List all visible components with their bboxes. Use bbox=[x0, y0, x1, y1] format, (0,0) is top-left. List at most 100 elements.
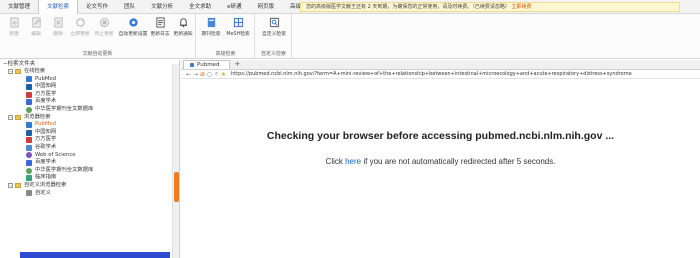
mesh-icon bbox=[233, 17, 243, 28]
tree-root[interactable]: − 检索文件夹 bbox=[0, 60, 179, 68]
edit-icon bbox=[31, 17, 41, 28]
folder-online-search[interactable]: − 在线检索 bbox=[0, 68, 179, 76]
auto-update-group: 新建 编辑 删除 立即更新 停止更新 自动更新设置 更新日志 更新通知 文献自动… bbox=[0, 14, 196, 59]
stop-update-button[interactable]: 停止更新 bbox=[92, 17, 116, 37]
menu-tab-fulltext-help[interactable]: 全文求助 bbox=[181, 0, 219, 14]
menu-tab-web-version[interactable]: 网页版 bbox=[249, 0, 282, 14]
new-button[interactable]: 新建 bbox=[2, 17, 26, 37]
renewal-notice: 您的高级版医学文献王还有 2 天到期，为确保您的正常使用，请及时续费。（已续费请… bbox=[300, 2, 680, 12]
folder-icon bbox=[15, 183, 21, 189]
journal-icon bbox=[207, 17, 215, 28]
pubmed-icon bbox=[26, 121, 32, 128]
update-notify-button[interactable]: 更新通知 bbox=[171, 17, 195, 37]
search-folder-tree: − 检索文件夹 − 在线检索 PubMed 中国知网 万方医学 百度学术 中华医… bbox=[0, 60, 180, 258]
tree-item-online-baidu-scholar[interactable]: 百度学术 bbox=[0, 98, 179, 106]
edit-button[interactable]: 编辑 bbox=[24, 17, 48, 37]
baidu-scholar-icon bbox=[26, 159, 32, 166]
update-now-button[interactable]: 立即更新 bbox=[68, 17, 92, 37]
tree-scrollbar[interactable] bbox=[172, 64, 179, 258]
tree-item-online-wanfang[interactable]: 万方医学 bbox=[0, 91, 179, 99]
wanfang-icon bbox=[26, 137, 32, 144]
embedded-browser: Pubmed + ← → ⊘ ○ ⌕ ★ https://pubmed.ncbi… bbox=[181, 60, 700, 258]
search-icon[interactable]: ⌕ bbox=[213, 70, 220, 78]
cnki-icon bbox=[26, 83, 32, 90]
back-arrow-icon[interactable]: ← bbox=[185, 71, 192, 78]
tree-item-browser-web-of-science[interactable]: Web of Science bbox=[0, 152, 179, 160]
browser-tab-strip: Pubmed + bbox=[181, 60, 700, 70]
custom-icon bbox=[26, 190, 32, 197]
tree-item-online-cnki[interactable]: 中国知网 bbox=[0, 83, 179, 91]
comment-icon[interactable]: ○ bbox=[206, 71, 213, 78]
ribbon-toolbar: 新建 编辑 删除 立即更新 停止更新 自动更新设置 更新日志 更新通知 文献自动… bbox=[0, 14, 700, 59]
folder-icon bbox=[15, 114, 21, 120]
wanfang-icon bbox=[26, 91, 32, 98]
star-icon[interactable]: ★ bbox=[220, 71, 227, 78]
forward-arrow-icon[interactable]: → bbox=[192, 71, 199, 78]
menu-tab-literature-search[interactable]: 文献检索 bbox=[38, 0, 79, 14]
menu-tab-team[interactable]: 团队 bbox=[116, 0, 143, 14]
tree-item-online-pubmed[interactable]: PubMed bbox=[0, 76, 179, 84]
status-strip bbox=[20, 252, 170, 258]
log-icon bbox=[155, 17, 165, 28]
menu-tab-literature-management[interactable]: 文献管理 bbox=[0, 0, 38, 14]
cnki-icon bbox=[26, 129, 32, 136]
folder-icon bbox=[15, 69, 21, 75]
menu-tab-eyantong[interactable]: e研通 bbox=[219, 0, 249, 14]
tree-item-custom[interactable]: 自定义 bbox=[0, 190, 179, 198]
collapse-toggle-icon[interactable]: − bbox=[8, 69, 13, 75]
custom-search-group-title: 自定义检索 bbox=[260, 51, 286, 57]
pubmed-tab-icon bbox=[190, 63, 194, 67]
address-bar: ← → ⊘ ○ ⌕ ★ https://pubmed.ncbi.nlm.nih.… bbox=[181, 70, 700, 79]
folder-browser-search[interactable]: − 浏览器检索 bbox=[0, 114, 179, 122]
page-heading: Checking your browser before accessing p… bbox=[266, 130, 615, 142]
tree-item-browser-google-scholar[interactable]: 谷歌学术 bbox=[0, 144, 179, 152]
folder-custom-browser-search[interactable]: − 自定义浏览器检索 bbox=[0, 182, 179, 190]
tree-root-label: 检索文件夹 bbox=[7, 61, 36, 67]
new-icon bbox=[9, 17, 19, 28]
url-field[interactable]: https://pubmed.ncbi.nlm.nih.gov/?term=A+… bbox=[231, 71, 632, 77]
clinical-guidelines-icon bbox=[26, 175, 32, 182]
refresh-icon bbox=[75, 18, 85, 27]
redirect-message: Click here if you are not automatically … bbox=[325, 157, 556, 166]
add-tab-button[interactable]: + bbox=[232, 61, 242, 69]
custom-search-icon bbox=[269, 17, 279, 28]
stop-load-icon[interactable]: ⊘ bbox=[199, 71, 206, 78]
journal-search-button[interactable]: 期刊检索 bbox=[199, 17, 223, 37]
settings-icon bbox=[128, 18, 138, 27]
web-of-science-icon bbox=[26, 152, 32, 159]
collapse-toggle-icon[interactable]: − bbox=[8, 114, 13, 120]
advanced-search-group-title: 高级检索 bbox=[215, 51, 236, 57]
baidu-scholar-icon bbox=[26, 99, 32, 106]
menu-tab-analysis[interactable]: 文献分析 bbox=[143, 0, 181, 14]
stop-icon bbox=[99, 17, 109, 28]
tree-item-browser-clinical-guidelines[interactable]: 临床指南 bbox=[0, 174, 179, 182]
redirect-here-link[interactable]: here bbox=[345, 157, 361, 166]
pubmed-icon bbox=[26, 76, 32, 83]
bell-icon bbox=[179, 18, 187, 28]
auto-update-settings-button[interactable]: 自动更新设置 bbox=[118, 17, 148, 37]
custom-search-group: 自定义检索 自定义检索 bbox=[256, 14, 292, 59]
cma-journals-icon bbox=[26, 167, 32, 174]
custom-search-button[interactable]: 自定义检索 bbox=[260, 17, 288, 37]
browser-tab-pubmed[interactable]: Pubmed bbox=[183, 60, 231, 69]
delete-button[interactable]: 删除 bbox=[46, 17, 70, 37]
tree-item-browser-pubmed[interactable]: PubMed bbox=[0, 121, 179, 129]
browser-page-content: Checking your browser before accessing p… bbox=[181, 80, 700, 258]
cma-journals-icon bbox=[26, 106, 32, 113]
renew-now-link[interactable]: 立即续费 bbox=[511, 4, 531, 10]
menu-tab-paper-writing[interactable]: 论文写作 bbox=[78, 0, 116, 14]
mesh-search-button[interactable]: MeSH检索 bbox=[226, 17, 250, 37]
tree-item-browser-wanfang[interactable]: 万方医学 bbox=[0, 136, 179, 144]
tree-item-online-cma-journals[interactable]: 中华医学期刊全文数据库 bbox=[0, 106, 179, 114]
tree-item-browser-baidu-scholar[interactable]: 百度学术 bbox=[0, 159, 179, 167]
tree-scrollbar-thumb[interactable] bbox=[174, 172, 179, 202]
auto-update-group-title: 文献自动更新 bbox=[82, 51, 113, 57]
renewal-notice-text: 您的高级版医学文献王还有 2 天到期，为确保您的正常使用，请及时续费。（已续费请… bbox=[306, 4, 510, 10]
collapse-toggle-icon[interactable]: − bbox=[8, 183, 13, 189]
google-scholar-icon bbox=[26, 144, 32, 151]
advanced-search-group: 期刊检索 MeSH检索 高级检索 bbox=[197, 14, 255, 59]
tree-item-browser-cma-journals[interactable]: 中华医学期刊全文数据库 bbox=[0, 167, 179, 175]
tree-item-browser-cnki[interactable]: 中国知网 bbox=[0, 129, 179, 137]
update-log-button[interactable]: 更新日志 bbox=[148, 17, 172, 37]
delete-icon bbox=[53, 17, 63, 28]
